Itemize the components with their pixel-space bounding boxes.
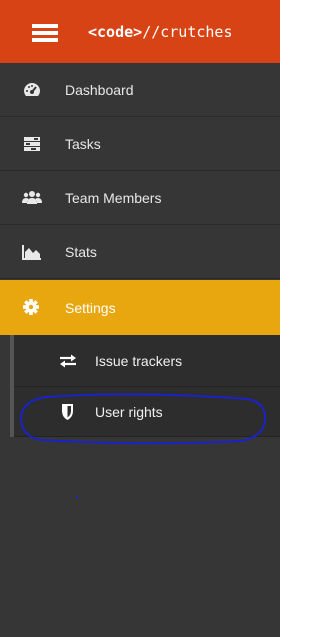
brand-code-tag: <code> (88, 23, 143, 41)
sidebar-item-team-members[interactable]: Team Members (0, 171, 280, 225)
sidebar-item-settings[interactable]: Settings (0, 280, 280, 335)
shield-icon (58, 403, 78, 421)
team-members-icon (22, 189, 42, 207)
exchange-arrows-icon (58, 352, 78, 370)
dashboard-gauge-icon (22, 81, 42, 99)
settings-submenu: Issue trackers User rights (0, 335, 280, 637)
sidebar-item-label: Tasks (65, 136, 101, 152)
tasks-icon (22, 135, 42, 153)
app-header: <code>//crutches (0, 0, 280, 63)
sidebar-item-tasks[interactable]: Tasks (0, 117, 280, 171)
submenu-item-label: Issue trackers (95, 353, 183, 369)
area-chart-icon (22, 243, 42, 261)
gear-icon (22, 298, 42, 316)
sidebar: <code>//crutches Dashboard Tasks Team Me… (0, 0, 280, 637)
annotation-dot (76, 496, 78, 498)
sidebar-item-label: Team Members (65, 190, 162, 206)
submenu-item-issue-trackers[interactable]: Issue trackers (14, 335, 280, 387)
hamburger-menu-icon[interactable] (32, 24, 58, 42)
sidebar-item-stats[interactable]: Stats (0, 225, 280, 279)
brand-name: //crutches (142, 23, 233, 41)
sidebar-item-label: Settings (65, 300, 116, 316)
sidebar-item-label: Stats (65, 244, 97, 260)
sidebar-item-label: Dashboard (65, 82, 134, 98)
submenu-item-label: User rights (95, 404, 163, 420)
brand-logo[interactable]: <code>//crutches (88, 22, 233, 42)
submenu-item-user-rights[interactable]: User rights (14, 387, 280, 437)
sidebar-item-dashboard[interactable]: Dashboard (0, 63, 280, 117)
